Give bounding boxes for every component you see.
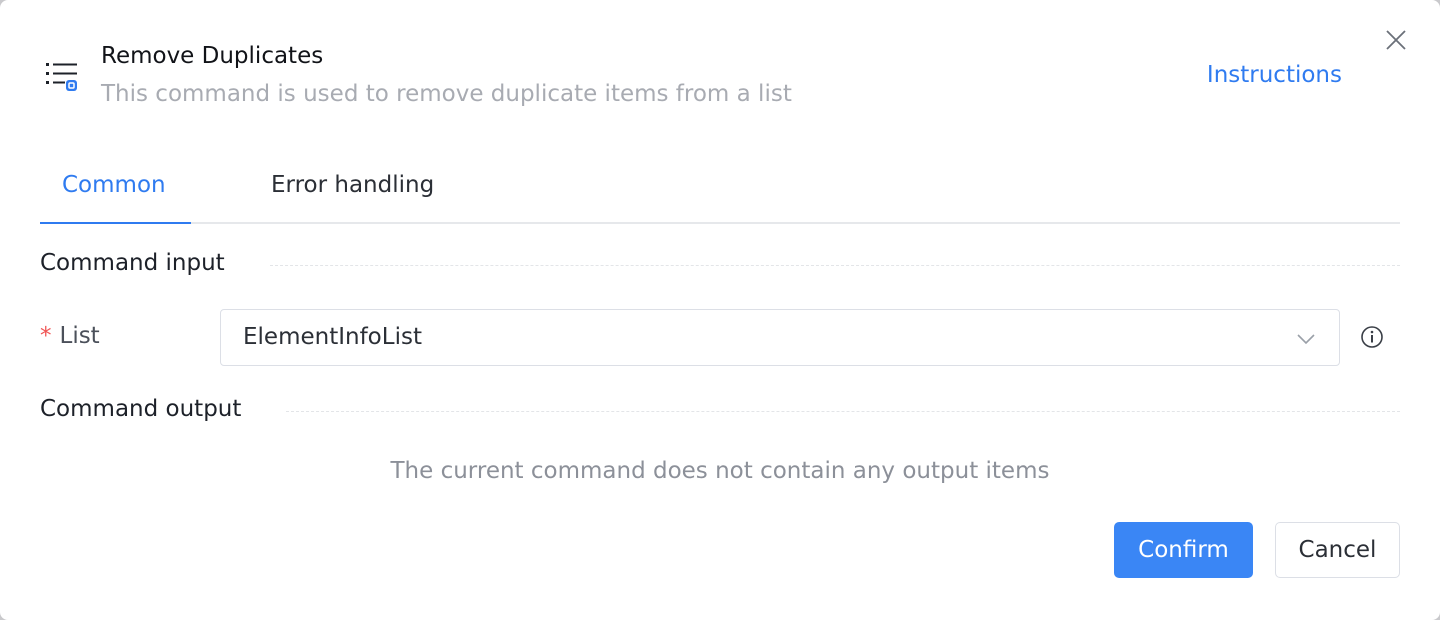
list-select-value: ElementInfoList (243, 324, 422, 350)
tab-bar: Common Error handling (40, 152, 1400, 224)
info-icon[interactable] (1360, 325, 1384, 349)
list-select[interactable]: ElementInfoList (220, 309, 1340, 366)
dialog-subtitle: This command is used to remove duplicate… (101, 81, 792, 107)
confirm-button[interactable]: Confirm (1114, 522, 1253, 578)
command-output-heading: Command output (40, 396, 242, 422)
list-field-label: * List (40, 323, 100, 349)
list-label-text: List (59, 323, 100, 349)
dialog-title: Remove Duplicates (101, 43, 324, 69)
instructions-link[interactable]: Instructions (1207, 62, 1342, 88)
required-asterisk: * (40, 323, 52, 349)
remove-duplicates-dialog: Remove Duplicates This command is used t… (0, 0, 1440, 620)
command-input-heading: Command input (40, 250, 225, 276)
empty-output-message: The current command does not contain any… (390, 458, 1050, 484)
section-divider (286, 411, 1400, 412)
list-remove-duplicates-icon (44, 60, 82, 98)
chevron-down-icon (1295, 328, 1317, 350)
active-tab-indicator (40, 222, 191, 224)
close-icon[interactable] (1384, 28, 1408, 52)
tab-error-handling[interactable]: Error handling (271, 172, 434, 198)
tab-common[interactable]: Common (62, 172, 166, 198)
cancel-button[interactable]: Cancel (1275, 522, 1400, 578)
section-divider (270, 265, 1400, 266)
